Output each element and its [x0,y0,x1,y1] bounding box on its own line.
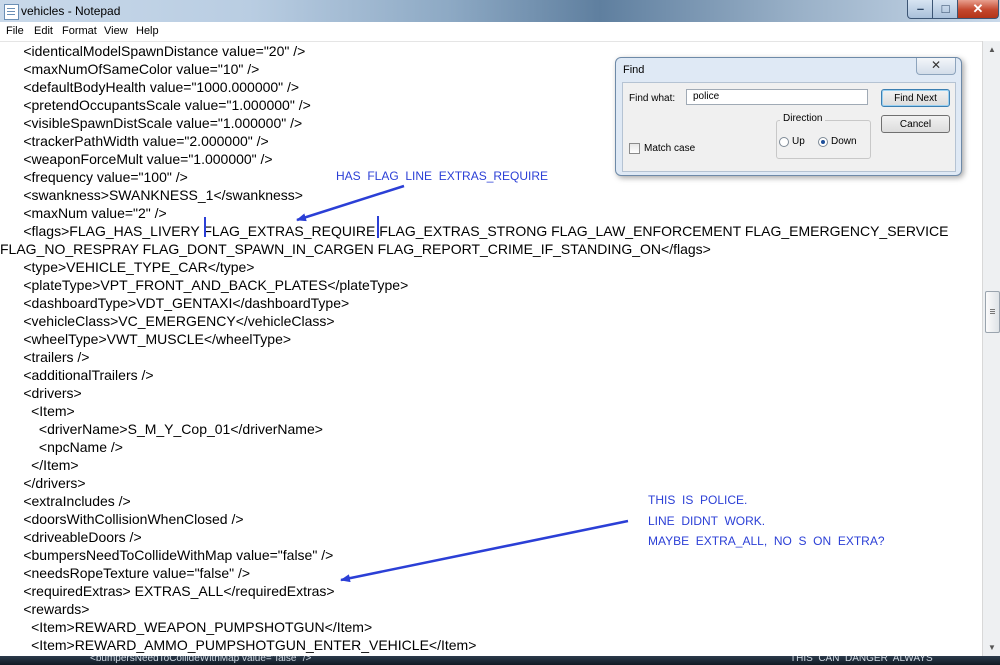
menu-edit[interactable]: Edit [34,25,53,37]
find-what-input[interactable] [686,89,868,105]
editor-line: <vehicleClass>VC_EMERGENCY</vehicleClass… [0,313,335,329]
match-case-label: Match case [644,143,696,154]
menu-help[interactable]: Help [136,25,159,37]
editor-line: <maxNumOfSameColor value="10" /> [0,61,260,77]
title-bar[interactable]: vehicles - Notepad – □ ✕ [0,0,1000,22]
find-dialog-body: Find what: Find Next Cancel Direction Up… [622,82,956,172]
direction-up-radio[interactable] [779,137,789,147]
menu-format[interactable]: Format [62,25,97,37]
editor-line: <swankness>SWANKNESS_1</swankness> [0,187,303,203]
editor-line: <Item> [0,403,75,419]
cancel-button[interactable]: Cancel [881,115,950,133]
direction-down-radio[interactable] [818,137,828,147]
find-close-button[interactable]: ✕ [916,58,956,75]
editor-line: <additionalTrailers /> [0,367,154,383]
menu-bar: File Edit Format View Help [0,22,1000,41]
annotation-bottom-line: THIS IS POLICE. [648,493,748,507]
find-what-label: Find what: [629,93,676,104]
find-next-button[interactable]: Find Next [881,89,950,107]
editor-line: <identicalModelSpawnDistance value="20" … [0,43,306,59]
direction-down-label: Down [831,136,857,147]
editor-line: <frequency value="100" /> [0,169,188,185]
direction-label: Direction [780,113,826,124]
editor-line: <Item>REWARD_AMMO_PUMPSHOTGUN_ENTER_VEHI… [0,637,477,653]
background-text: <bumpersNeedToCollideWithMap value="fals… [90,656,312,664]
editor-line: <rewards> [0,601,90,617]
editor-line: </Item> [0,457,79,473]
editor-line: <extraIncludes /> [0,493,131,509]
notepad-app-icon [4,4,19,20]
menu-file[interactable]: File [6,25,24,37]
editor-line: <plateType>VPT_FRONT_AND_BACK_PLATES</pl… [0,277,409,293]
editor-line: </drivers> [0,475,86,491]
editor-line: <maxNum value="2" /> [0,205,167,221]
editor-line: <trackerPathWidth value="2.000000" /> [0,133,269,149]
annotation-top: HAS FLAG LINE EXTRAS_REQUIRE [336,169,549,183]
scroll-up-arrow-icon[interactable]: ▲ [983,41,1000,58]
editor-line: FLAG_NO_RESPRAY FLAG_DONT_SPAWN_IN_CARGE… [0,241,711,257]
editor-line: <trailers /> [0,349,90,365]
find-dialog-title: Find [623,64,645,76]
maximize-button[interactable]: □ [932,0,959,19]
close-button[interactable]: ✕ [957,0,999,19]
vertical-scrollbar[interactable]: ▲ ▼ [982,41,1000,656]
editor-line: <driverName>S_M_Y_Cop_01</driverName> [0,421,323,437]
editor-line: <flags>FLAG_HAS_LIVERY FLAG_EXTRAS_REQUI… [0,223,949,239]
scroll-thumb[interactable] [985,291,1000,333]
editor-line: <driveableDoors /> [0,529,142,545]
scroll-down-arrow-icon[interactable]: ▼ [983,639,1000,656]
match-case-checkbox[interactable] [629,143,640,154]
editor-line: <needsRopeTexture value="false" /> [0,565,251,581]
editor-line: <pretendOccupantsScale value="1.000000" … [0,97,311,113]
editor-line: <weaponForceMult value="1.000000" /> [0,151,273,167]
editor-line: <wheelType>VWT_MUSCLE</wheelType> [0,331,292,347]
editor-line: <Item>REWARD_WEAPON_PUMPSHOTGUN</Item> [0,619,373,635]
editor-line: <dashboardType>VDT_GENTAXI</dashboardTyp… [0,295,350,311]
notepad-window: vehicles - Notepad – □ ✕ File Edit Forma… [0,0,1000,665]
editor-line: <npcName /> [0,439,123,455]
annotation-bottom-line: MAYBE EXTRA_ALL, NO S ON EXTRA? [648,534,885,548]
editor-line: <drivers> [0,385,82,401]
annotation-bottom-line: LINE DIDNT WORK. [648,514,766,528]
find-dialog: Find ✕ Find what: Find Next Cancel Direc… [615,57,962,176]
window-title: vehicles - Notepad [21,4,121,18]
background-taskbar: <bumpersNeedToCollideWithMap value="fals… [0,656,1000,665]
minimize-button[interactable]: – [907,0,934,19]
editor-line: <requiredExtras> EXTRAS_ALL</requiredExt… [0,583,335,599]
radio-selected-dot [821,140,825,144]
background-text: THIS CAN DANGER ALWAYS [790,656,933,664]
editor-line: <bumpersNeedToCollideWithMap value="fals… [0,547,334,563]
editor-line: <type>VEHICLE_TYPE_CAR</type> [0,259,255,275]
menu-view[interactable]: View [104,25,128,37]
direction-up-label: Up [792,136,805,147]
editor-line: <defaultBodyHealth value="1000.000000" /… [0,79,300,95]
editor-line: <doorsWithCollisionWhenClosed /> [0,511,244,527]
grip-icon [990,309,995,310]
editor-line: <visibleSpawnDistScale value="1.000000" … [0,115,303,131]
